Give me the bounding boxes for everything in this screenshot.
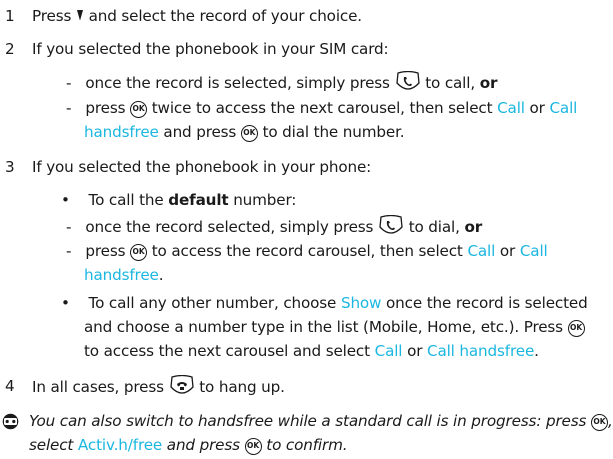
step-3-dash-2: - press OK to access the record carousel… — [66, 240, 548, 262]
step-number: 4 — [5, 377, 15, 395]
step-text: If you selected the phonebook in your SI… — [32, 40, 389, 58]
step-text: If you selected the phonebook in your ph… — [32, 158, 372, 176]
step-3-dash-2-cont: handsfree. — [84, 264, 164, 286]
step-3-dash-1: - once the record selected, simply press… — [66, 215, 482, 238]
text: twice to access the next carousel, then … — [151, 99, 493, 117]
text: press — [85, 242, 126, 260]
text: to access the next carousel and select — [84, 342, 370, 360]
dash-marker: - — [66, 242, 72, 260]
step-text: Press — [32, 7, 72, 25]
text: once the record selected, simply press — [85, 218, 374, 236]
hang-up-button-icon — [169, 375, 194, 394]
text: To call any other number, choose — [88, 294, 337, 312]
text: and press — [163, 123, 237, 141]
default-keyword: default — [168, 191, 229, 209]
ok-key-icon: OK — [244, 438, 262, 455]
call-button-icon — [395, 71, 420, 90]
menu-call-link[interactable]: Call — [467, 242, 495, 260]
text: to access the record carousel, then sele… — [151, 242, 463, 260]
step-2-dash-1: - once the record is selected, simply pr… — [66, 71, 497, 94]
text: . — [534, 342, 539, 360]
step-text: and select the record of your choice. — [88, 7, 363, 25]
dash-marker: - — [66, 74, 72, 92]
step-number: 3 — [5, 158, 15, 176]
call-button-icon — [379, 215, 403, 234]
down-arrow-icon — [76, 10, 83, 20]
text: select — [29, 436, 74, 454]
bullet-marker: • — [61, 294, 70, 312]
text: , — [607, 412, 613, 430]
text: number: — [233, 191, 297, 209]
menu-activ-hfree-link[interactable]: Activ.h/free — [78, 436, 162, 454]
manual-page: 1 Press and select the record of your ch… — [0, 0, 613, 459]
step-3-bullet-1: • To call the default number: — [61, 189, 296, 211]
dash-marker: - — [66, 218, 72, 236]
text: to dial, — [408, 218, 460, 236]
text: . — [158, 266, 164, 284]
menu-call-link[interactable]: Call — [375, 342, 403, 360]
text: or — [407, 342, 423, 360]
menu-call-link[interactable]: Call — [497, 99, 525, 117]
text: To call the — [88, 191, 164, 209]
text: press — [85, 99, 126, 117]
step-3-bullet-2-cont-2: to access the next carousel and select C… — [84, 340, 539, 362]
text: once the record is selected, simply pres… — [85, 74, 390, 92]
text: and press — [166, 436, 240, 454]
menu-call-handsfree-link[interactable]: handsfree — [84, 123, 159, 141]
menu-call-handsfree-link[interactable]: Call handsfree — [427, 342, 534, 360]
step-2-dash-2: - press OK twice to access the next caro… — [66, 97, 577, 119]
menu-call-handsfree-link[interactable]: Call — [549, 99, 577, 117]
bullet-marker: • — [61, 191, 70, 209]
ok-key-icon: OK — [240, 125, 258, 142]
step-3-bullet-2-cont: and choose a number type in the list (Mo… — [84, 316, 585, 338]
step-2-dash-2-cont: handsfree and press OK to dial the numbe… — [84, 121, 405, 143]
or-keyword: or — [479, 74, 498, 92]
dash-marker: - — [66, 99, 72, 117]
ok-key-icon: OK — [567, 320, 585, 337]
text: to call, — [425, 74, 476, 92]
text: to confirm. — [266, 436, 348, 454]
ok-key-icon: OK — [130, 244, 148, 261]
ok-key-icon: OK — [130, 101, 148, 118]
step-3-bullet-2: • To call any other number, choose Show … — [61, 292, 588, 314]
text: or — [529, 99, 545, 117]
menu-call-handsfree-link[interactable]: handsfree — [84, 266, 159, 284]
menu-call-handsfree-link[interactable]: Call — [520, 242, 548, 260]
menu-show-link[interactable]: Show — [341, 294, 382, 312]
step-number: 1 — [5, 7, 15, 25]
text: or — [499, 242, 516, 260]
text: You can also switch to handsfree while a… — [29, 412, 587, 430]
step-number: 2 — [5, 40, 15, 58]
ok-key-icon: OK — [590, 414, 608, 431]
or-keyword: or — [464, 218, 483, 236]
text: and choose a number type in the list (Mo… — [84, 318, 563, 336]
text: once the record is selected — [386, 294, 588, 312]
note: You can also switch to handsfree while a… — [3, 409, 613, 457]
text: to dial the number. — [262, 123, 405, 141]
step-text: In all cases, press — [32, 378, 164, 396]
step-text: to hang up. — [199, 378, 285, 396]
